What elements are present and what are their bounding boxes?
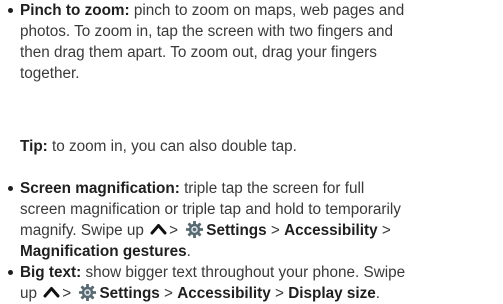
text-line: Pinch to zoom: pinch to zoom on maps, we… <box>20 0 502 21</box>
path-separator: > <box>381 222 391 239</box>
text-line: up > Settings > Accessibility > Display … <box>20 283 381 302</box>
text-line: Screen magnification: triple tap the scr… <box>20 178 502 199</box>
item-body: Big text: show bigger text throughout yo… <box>20 262 502 304</box>
path-accessibility: Accessibility <box>284 222 378 239</box>
path-accessibility: Accessibility <box>177 285 271 302</box>
bullet <box>7 178 19 199</box>
text-line: then drag them apart. To zoom out, drag … <box>20 44 377 61</box>
item-text: triple tap the screen for full <box>184 180 365 197</box>
tip-text: to zoom in, you can also double tap. <box>52 138 297 155</box>
text-line: screen magnification or triple tap and h… <box>20 201 401 218</box>
tip-label: Tip: <box>20 138 48 155</box>
tip-paragraph: Tip: to zoom in, you can also double tap… <box>20 136 297 157</box>
path-separator: > <box>62 285 72 302</box>
text-line: Big text: show bigger text throughout yo… <box>20 262 502 283</box>
item-text: pinch to zoom on maps, web pages and <box>133 2 405 19</box>
item-term: Screen magnification: <box>20 180 180 197</box>
bullet <box>7 262 19 283</box>
path-magnification-gestures: Magnification gestures <box>20 243 187 260</box>
text-line: Magnification gestures. <box>20 243 191 260</box>
list-item-screen-magnification: Screen magnification: triple tap the scr… <box>7 178 503 262</box>
list-item-big-text: Big text: show bigger text throughout yo… <box>7 262 503 304</box>
chevron-up-icon <box>150 224 167 235</box>
item-text: up <box>20 285 38 302</box>
path-separator: > <box>270 222 280 239</box>
path-separator: > <box>164 285 173 302</box>
item-term: Big text: <box>20 264 82 281</box>
settings-gear-icon <box>79 283 97 302</box>
item-body: Screen magnification: triple tap the scr… <box>20 178 502 262</box>
bullet <box>7 0 19 21</box>
text-line: magnify. Swipe up > Settings > Accessibi… <box>20 220 502 241</box>
path-separator: > <box>169 222 179 239</box>
path-display-size: Display size <box>288 285 376 302</box>
chevron-up-icon <box>43 287 60 298</box>
path-separator: > <box>275 285 284 302</box>
item-text: magnify. Swipe up <box>20 222 144 239</box>
item-text: show bigger text throughout your phone. … <box>85 264 406 281</box>
item-body: Pinch to zoom: pinch to zoom on maps, we… <box>20 0 502 84</box>
settings-gear-icon <box>186 220 204 239</box>
path-settings: Settings <box>206 222 267 239</box>
text-line: together. <box>20 65 80 82</box>
list-item-pinch-to-zoom: Pinch to zoom: pinch to zoom on maps, we… <box>7 0 503 84</box>
path-settings: Settings <box>99 285 160 302</box>
item-term: Pinch to zoom: <box>20 2 130 19</box>
text-line: photos. To zoom in, tap the screen with … <box>20 23 394 40</box>
